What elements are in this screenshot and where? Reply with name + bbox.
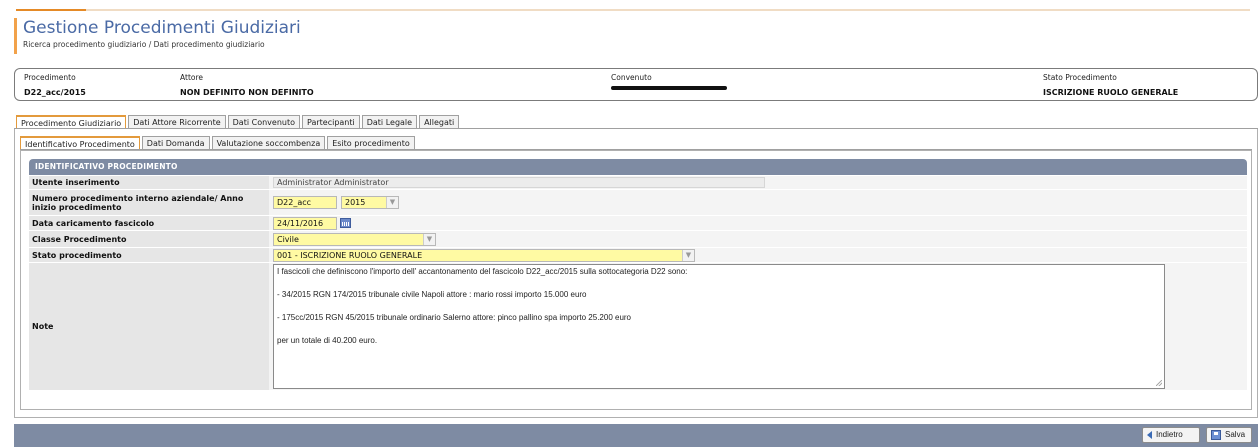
- chevron-down-icon: ▼: [682, 249, 694, 261]
- classe-select[interactable]: Civile ▼: [273, 232, 436, 246]
- footer-bar: Indietro Salva: [14, 424, 1258, 447]
- back-arrow-icon: [1147, 431, 1152, 439]
- tab-valutazione-soccombenza[interactable]: Valutazione soccombenza: [211, 136, 326, 149]
- row-stato: Stato procedimento 001 - ISCRIZIONE RUOL…: [29, 248, 1247, 263]
- page-header: Gestione Procedimenti Giudiziari Ricerca…: [14, 18, 1252, 54]
- save-button[interactable]: Salva: [1206, 427, 1252, 443]
- chevron-down-icon: ▼: [386, 197, 398, 208]
- tab-dati-legale[interactable]: Dati Legale: [361, 115, 418, 128]
- page-title: Gestione Procedimenti Giudiziari: [23, 18, 301, 38]
- classe-select-value: Civile: [277, 234, 299, 244]
- numero-label: Numero procedimento interno aziendale/ A…: [29, 190, 269, 215]
- summary-stato-label: Stato Procedimento: [1043, 73, 1117, 82]
- tab-dati-attore-ricorrente[interactable]: Dati Attore Ricorrente: [128, 115, 226, 128]
- note-label: Note: [29, 263, 269, 390]
- tab-dati-domanda[interactable]: Dati Domanda: [141, 136, 210, 149]
- procedure-summary: Procedimento D22_acc/2015 Attore NON DEF…: [14, 68, 1258, 101]
- save-icon: [1211, 430, 1221, 440]
- calendar-icon[interactable]: [340, 218, 351, 228]
- note-line: I fascicoli che definiscono l'importo de…: [277, 267, 688, 276]
- utente-label: Utente inserimento: [29, 176, 269, 189]
- utente-cell: Administrator Administrator: [269, 176, 1247, 189]
- tab-esito-procedimento[interactable]: Esito procedimento: [327, 136, 415, 149]
- tab-dati-convenuto[interactable]: Dati Convenuto: [227, 115, 300, 128]
- summary-convenuto: Convenuto: [611, 73, 727, 93]
- chevron-down-icon: ▼: [423, 233, 435, 245]
- row-numero: Numero procedimento interno aziendale/ A…: [29, 190, 1247, 216]
- row-data: Data caricamento fascicolo 24/11/2016: [29, 216, 1247, 231]
- utente-field: Administrator Administrator: [273, 177, 765, 188]
- main-tabs: Procedimento Giudiziario Dati Attore Ric…: [16, 115, 461, 129]
- data-cell: 24/11/2016: [269, 216, 1247, 230]
- data-input[interactable]: 24/11/2016: [273, 216, 337, 230]
- summary-attore: Attore NON DEFINITO NON DEFINITO: [180, 73, 314, 97]
- save-button-label: Salva: [1225, 430, 1246, 439]
- summary-stato: Stato Procedimento ISCRIZIONE RUOLO GENE…: [1043, 73, 1178, 97]
- summary-procedimento: Procedimento D22_acc/2015: [24, 73, 86, 97]
- data-label: Data caricamento fascicolo: [29, 216, 269, 230]
- sub-tabs: Identificativo Procedimento Dati Domanda…: [20, 136, 417, 150]
- anno-select[interactable]: 2015 ▼: [341, 196, 399, 209]
- back-button[interactable]: Indietro: [1142, 427, 1200, 443]
- classe-label: Classe Procedimento: [29, 231, 269, 247]
- breadcrumb: Ricerca procedimento giudiziario / Dati …: [23, 40, 265, 49]
- summary-procedimento-value: D22_acc/2015: [24, 88, 86, 97]
- stato-select-value: 001 - ISCRIZIONE RUOLO GENERALE: [277, 250, 423, 260]
- back-button-label: Indietro: [1156, 430, 1183, 439]
- top-rule: [16, 9, 1250, 11]
- summary-procedimento-label: Procedimento: [24, 73, 76, 82]
- note-line: - 34/2015 RGN 174/2015 tribunale civile …: [277, 290, 587, 299]
- summary-convenuto-label: Convenuto: [611, 73, 652, 82]
- numero-input[interactable]: D22_acc: [273, 196, 337, 209]
- tab-identificativo-procedimento[interactable]: Identificativo Procedimento: [20, 136, 140, 149]
- summary-stato-value: ISCRIZIONE RUOLO GENERALE: [1043, 88, 1179, 97]
- tab-partecipanti[interactable]: Partecipanti: [301, 115, 360, 128]
- summary-convenuto-redacted: [611, 86, 727, 90]
- resize-handle-icon[interactable]: [1156, 380, 1162, 386]
- procedure-form: Utente inserimento Administrator Adminis…: [29, 176, 1247, 391]
- numero-cell: D22_acc 2015 ▼: [269, 190, 1247, 215]
- stato-cell: 001 - ISCRIZIONE RUOLO GENERALE ▼: [269, 248, 1247, 262]
- note-textarea[interactable]: I fascicoli che definiscono l'importo de…: [273, 264, 1165, 389]
- stato-select[interactable]: 001 - ISCRIZIONE RUOLO GENERALE ▼: [273, 248, 695, 262]
- row-utente: Utente inserimento Administrator Adminis…: [29, 176, 1247, 190]
- top-accent: [16, 9, 86, 11]
- tab-procedimento-giudiziario[interactable]: Procedimento Giudiziario: [16, 115, 127, 128]
- note-line: per un totale di 40.200 euro.: [277, 336, 378, 345]
- classe-cell: Civile ▼: [269, 231, 1247, 247]
- row-classe: Classe Procedimento Civile ▼: [29, 231, 1247, 248]
- anno-select-value: 2015: [345, 198, 366, 207]
- summary-attore-value: NON DEFINITO NON DEFINITO: [180, 88, 314, 97]
- note-line: - 175cc/2015 RGN 45/2015 tribunale ordin…: [277, 313, 631, 322]
- note-cell: I fascicoli che definiscono l'importo de…: [269, 263, 1247, 390]
- section-header: IDENTIFICATIVO PROCEDIMENTO: [29, 159, 1247, 175]
- row-note: Note I fascicoli che definiscono l'impor…: [29, 263, 1247, 391]
- stato-label: Stato procedimento: [29, 248, 269, 262]
- tab-allegati[interactable]: Allegati: [419, 115, 460, 128]
- top-bar: [0, 0, 1258, 12]
- summary-attore-label: Attore: [180, 73, 204, 82]
